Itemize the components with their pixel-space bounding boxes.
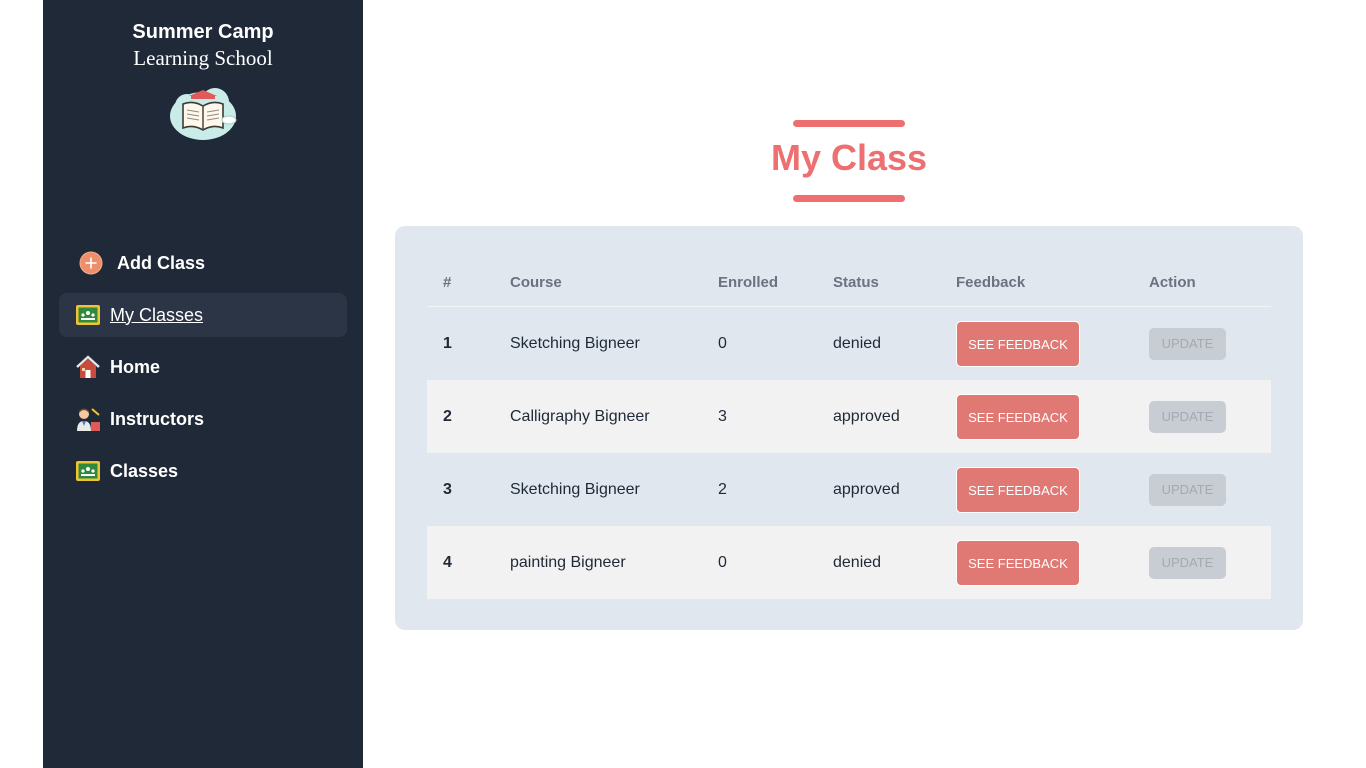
sidebar-item-label: Classes [110, 460, 179, 481]
see-feedback-button[interactable]: SEE FEEDBACK [956, 539, 1080, 586]
see-feedback-button[interactable]: SEE FEEDBACK [956, 393, 1080, 440]
plus-circle-icon [78, 250, 104, 276]
brand: Summer Camp Learning School [43, 18, 363, 70]
row-enrolled: 0 [718, 334, 727, 352]
row-status: denied [833, 526, 956, 599]
see-feedback-button[interactable]: SEE FEEDBACK [956, 320, 1080, 367]
classes-table-panel: # Course Enrolled Status Feedback Action… [395, 226, 1303, 630]
title-top-bar [793, 120, 905, 127]
row-feedback-cell: SEE FEEDBACK [956, 453, 1149, 526]
sidebar-item-classes[interactable]: Classes [59, 449, 347, 493]
row-enrolled: 0 [718, 526, 833, 599]
table-row: 2 Calligraphy Bigneer 3 approved SEE FEE… [427, 380, 1271, 453]
sidebar-item-my-classes[interactable]: My Classes [59, 293, 347, 337]
classes-table: # Course Enrolled Status Feedback Action… [427, 258, 1271, 599]
row-action-cell: UPDATE [1149, 526, 1271, 599]
row-feedback-cell: SEE FEEDBACK [956, 526, 1149, 599]
header-status: Status [833, 258, 956, 307]
table-row: 3 Sketching Bigneer 2 approved SEE FEEDB… [427, 453, 1271, 526]
sidebar-item-label: Home [110, 356, 161, 377]
row-course: Calligraphy Bigneer [510, 380, 718, 453]
page-title: My Class [770, 137, 928, 178]
classroom-board-icon [75, 302, 101, 328]
row-feedback-cell: SEE FEEDBACK [956, 307, 1149, 381]
row-number: 2 [427, 380, 510, 453]
title-bottom-bar [793, 195, 905, 202]
update-button[interactable]: UPDATE [1149, 327, 1226, 360]
brand-title: Summer Camp [132, 21, 274, 43]
row-number: 3 [443, 480, 452, 498]
sidebar-item-home[interactable]: Home [59, 345, 347, 389]
sidebar-item-label: My Classes [110, 304, 204, 325]
row-action-cell: UPDATE [1149, 453, 1271, 526]
header-course: Course [510, 258, 718, 307]
classroom-board-icon [75, 458, 101, 484]
update-button[interactable]: UPDATE [1149, 473, 1226, 506]
header-action: Action [1149, 258, 1271, 307]
row-status: approved [833, 380, 956, 453]
header-enrolled: Enrolled [718, 258, 833, 307]
table-row: 4 painting Bigneer 0 denied SEE FEEDBACK… [427, 526, 1271, 599]
row-action-cell: UPDATE [1149, 307, 1271, 381]
table-row: 1 Sketching Bigneer 0 denied SEE FEEDBAC… [427, 307, 1271, 381]
row-action-cell: UPDATE [1149, 380, 1271, 453]
sidebar-item-label: Add Class [117, 252, 206, 273]
update-button[interactable]: UPDATE [1149, 546, 1226, 579]
row-course: Sketching Bigneer [510, 334, 640, 352]
table-header-row: # Course Enrolled Status Feedback Action [427, 258, 1271, 307]
row-enrolled: 3 [718, 380, 833, 453]
house-icon [75, 354, 101, 380]
page-heading: My Class [740, 120, 958, 202]
header-number: # [427, 258, 510, 307]
row-status: denied [833, 334, 882, 352]
row-number: 4 [427, 526, 510, 599]
row-course: painting Bigneer [510, 526, 718, 599]
page: Summer Camp Learning School Add Class My… [0, 0, 1366, 768]
row-enrolled: 2 [718, 480, 727, 498]
sidebar-item-add-class[interactable]: Add Class [59, 241, 347, 285]
sidebar: Summer Camp Learning School Add Class My… [43, 0, 363, 768]
sidebar-nav: Add Class My Classes Home Instructors Cl… [59, 241, 347, 501]
header-feedback: Feedback [956, 258, 1149, 307]
book-cloud-logo-icon [167, 82, 239, 144]
row-status: approved [833, 480, 900, 498]
teacher-icon [75, 406, 101, 432]
see-feedback-button[interactable]: SEE FEEDBACK [956, 466, 1080, 513]
row-feedback-cell: SEE FEEDBACK [956, 380, 1149, 453]
row-number: 1 [443, 334, 452, 352]
row-course: Sketching Bigneer [510, 480, 640, 498]
sidebar-item-label: Instructors [110, 408, 205, 429]
brand-subtitle: Learning School [133, 46, 273, 70]
update-button[interactable]: UPDATE [1149, 400, 1226, 433]
sidebar-item-instructors[interactable]: Instructors [59, 397, 347, 441]
